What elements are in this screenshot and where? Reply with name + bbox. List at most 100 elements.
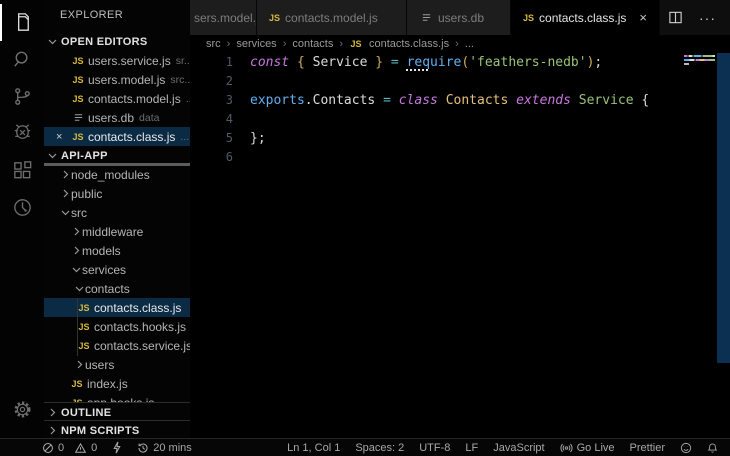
js-file-icon: JS <box>77 341 91 351</box>
database-file-icon <box>419 12 433 23</box>
code-editor[interactable]: 1 const { Service } = require('feathers-… <box>190 53 730 438</box>
breadcrumb-symbol[interactable]: ... <box>465 38 474 50</box>
section-resize-sash[interactable] <box>44 163 190 166</box>
search-icon[interactable] <box>0 41 44 78</box>
line-number: 4 <box>190 110 233 129</box>
line-number: 3 <box>190 91 233 110</box>
js-file-icon: JS <box>523 13 534 23</box>
feedback-smiley-icon[interactable] <box>680 442 692 454</box>
extensions-icon[interactable] <box>0 152 44 189</box>
explorer-sidebar: EXPLORER OPEN EDITORS JS users.service.j… <box>44 0 190 438</box>
debug-icon[interactable] <box>0 115 44 152</box>
code-line: 1 const { Service } = require('feathers-… <box>190 53 730 72</box>
close-icon[interactable]: × <box>56 131 71 143</box>
js-file-icon: JS <box>71 56 85 66</box>
notifications-bell-icon[interactable] <box>707 442 718 454</box>
explorer-icon[interactable] <box>0 4 44 41</box>
tree-item-folder[interactable]: models <box>44 241 190 260</box>
settings-gear-icon[interactable] <box>0 391 44 428</box>
js-file-icon: JS <box>70 379 84 389</box>
tree-item-file[interactable]: JS contacts.hooks.js <box>44 317 190 336</box>
breadcrumb-services[interactable]: services <box>236 38 276 50</box>
code-line: 2 <box>190 72 730 91</box>
tree-item-folder[interactable]: middleware <box>44 222 190 241</box>
line-number: 1 <box>190 53 233 72</box>
open-editor-item[interactable]: JS users.model.js src... <box>44 70 190 89</box>
code-line: 3 exports.Contacts = class Contacts exte… <box>190 91 730 110</box>
error-icon <box>42 442 54 454</box>
tree-item-file[interactable]: JS index.js <box>44 374 190 393</box>
npm-scripts-header[interactable]: NPM SCRIPTS <box>44 421 190 438</box>
js-file-icon: JS <box>71 94 85 104</box>
lightning-icon <box>112 441 122 454</box>
timer-extension-icon[interactable] <box>0 189 44 226</box>
chevron-right-icon <box>71 226 82 237</box>
history-clock-icon <box>137 442 149 454</box>
tree-item-folder[interactable]: node_modules <box>44 165 190 184</box>
tab-users-db[interactable]: users.db <box>407 0 511 35</box>
editor-actions: ··· <box>668 0 730 35</box>
tab-users-model[interactable]: sers.model.js <box>190 0 257 35</box>
outline-section: OUTLINE <box>44 402 190 422</box>
status-bar: 0 0 20 mins Ln 1, Col 1 Spaces: 2 UTF-8 … <box>0 438 730 456</box>
tree-item-folder[interactable]: src <box>44 203 190 222</box>
tree-item-folder[interactable]: contacts <box>44 279 190 298</box>
indentation-setting[interactable]: Spaces: 2 <box>355 442 404 454</box>
npm-scripts-section: NPM SCRIPTS <box>44 420 190 438</box>
line-number: 6 <box>190 148 233 167</box>
code-line: 6 <box>190 148 730 167</box>
breadcrumb-contacts[interactable]: contacts <box>292 38 333 50</box>
chevron-down-icon <box>74 283 85 294</box>
tree-item-file-active[interactable]: JS contacts.class.js <box>44 298 190 317</box>
open-editor-item-active[interactable]: × JS contacts.class.js ... <box>44 127 190 146</box>
minimap-line <box>684 55 715 57</box>
open-editor-item[interactable]: JS users.service.js sr... <box>44 51 190 70</box>
open-editor-item[interactable]: users.db data <box>44 108 190 127</box>
eol-setting[interactable]: LF <box>465 442 478 454</box>
activity-bar <box>0 0 44 438</box>
time-tracker-status[interactable]: 20 mins <box>137 442 192 454</box>
minimap-line <box>684 63 689 65</box>
breadcrumb: src › services › contacts › JS contacts.… <box>190 35 730 53</box>
js-file-icon: JS <box>349 39 363 49</box>
tab-contacts-class-active[interactable]: JS contacts.class.js × <box>511 0 660 35</box>
breadcrumb-file[interactable]: contacts.class.js <box>369 38 449 50</box>
open-editor-item[interactable]: JS contacts.model.js ... <box>44 89 190 108</box>
chevron-right-icon <box>71 245 82 256</box>
more-actions-icon[interactable]: ··· <box>699 10 716 26</box>
source-control-icon[interactable] <box>0 78 44 115</box>
encoding-setting[interactable]: UTF-8 <box>419 442 450 454</box>
tree-item-folder[interactable]: public <box>44 184 190 203</box>
code-line: 5 }; <box>190 129 730 148</box>
lightning-status[interactable] <box>112 441 122 454</box>
tree-item-file[interactable]: JS contacts.service.js <box>44 336 190 355</box>
chevron-right-icon <box>60 188 71 199</box>
split-editor-icon[interactable] <box>668 10 683 25</box>
database-file-icon <box>71 112 85 123</box>
line-number: 2 <box>190 72 233 91</box>
tree-item-folder[interactable]: users <box>44 355 190 374</box>
language-mode[interactable]: JavaScript <box>493 442 544 454</box>
close-icon[interactable]: × <box>639 10 647 25</box>
tab-contacts-model[interactable]: JS contacts.model.js <box>257 0 407 35</box>
minimap[interactable] <box>684 55 715 67</box>
tree-item-folder[interactable]: services <box>44 260 190 279</box>
chevron-separator-icon: › <box>455 38 459 50</box>
open-editors-header[interactable]: OPEN EDITORS <box>44 32 190 51</box>
chevron-down-icon <box>47 36 58 47</box>
go-live-button[interactable]: Go Live <box>560 442 615 454</box>
broadcast-icon <box>560 442 573 454</box>
problems-status[interactable]: 0 0 <box>42 442 97 454</box>
editor-group: sers.model.js JS contacts.model.js users… <box>190 0 730 438</box>
cursor-position[interactable]: Ln 1, Col 1 <box>287 442 340 454</box>
chevron-separator-icon: › <box>339 38 343 50</box>
chevron-separator-icon: › <box>283 38 287 50</box>
indent-guide <box>77 298 78 356</box>
js-file-icon: JS <box>269 13 280 23</box>
line-number: 5 <box>190 129 233 148</box>
scrollbar[interactable] <box>717 53 730 363</box>
breadcrumb-src[interactable]: src <box>206 38 221 50</box>
sidebar-title: EXPLORER <box>44 0 190 32</box>
formatter-status[interactable]: Prettier <box>630 442 665 454</box>
js-file-icon: JS <box>71 75 85 85</box>
